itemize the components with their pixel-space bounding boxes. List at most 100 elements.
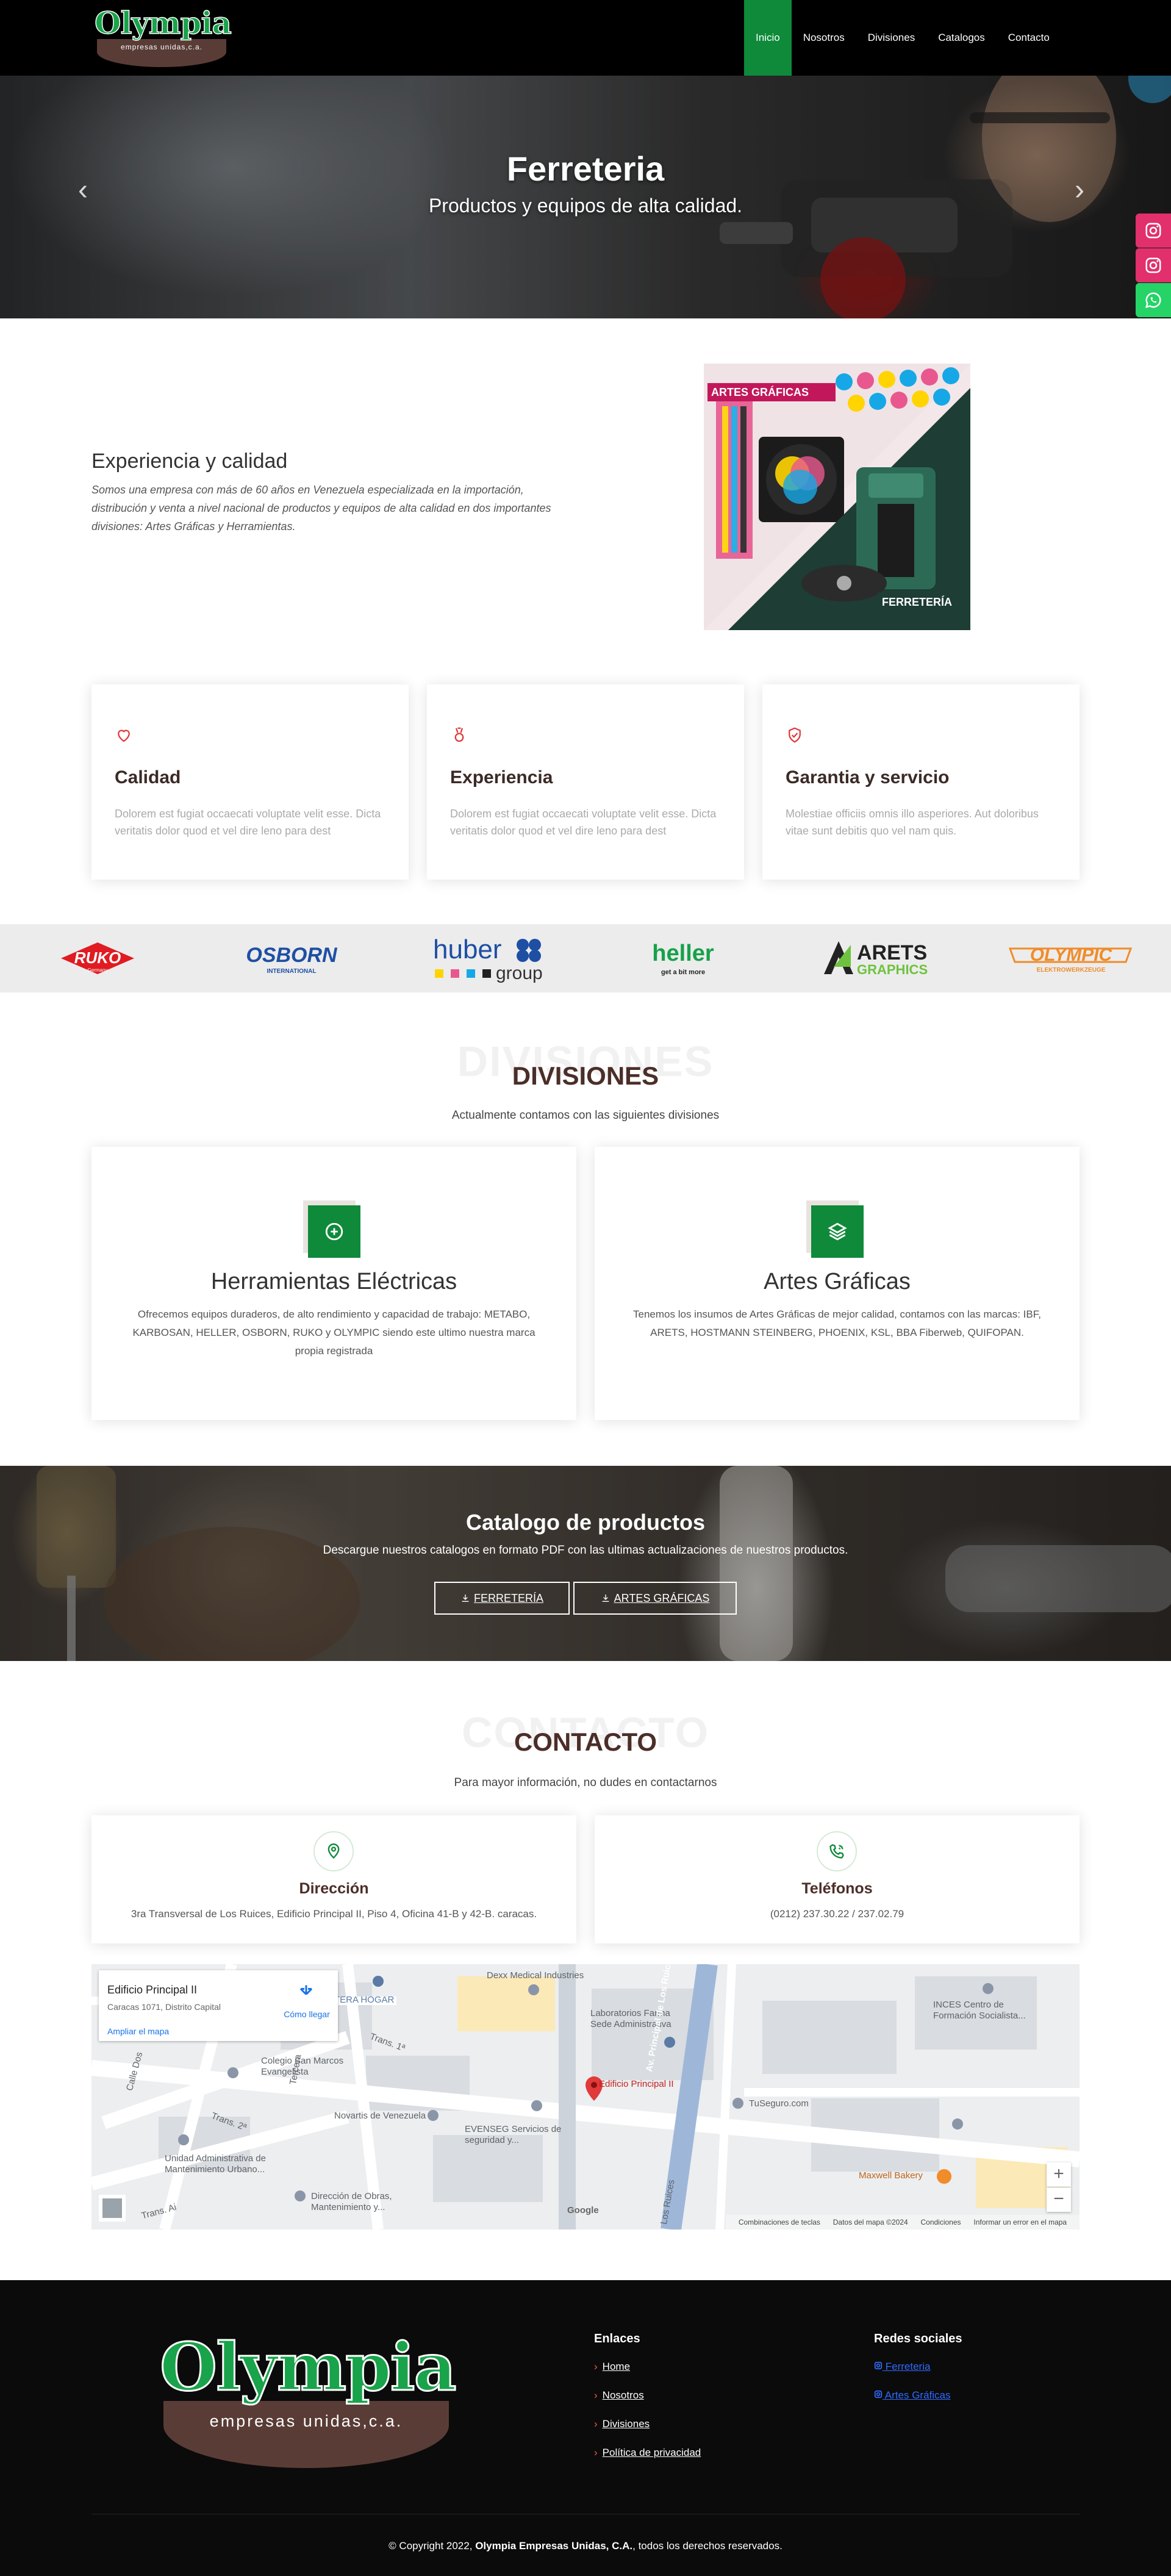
chevron-right-icon: ›	[594, 2447, 598, 2458]
site-logo[interactable]: Olympia empresas unidas,c.a.	[94, 4, 232, 67]
footer-social-artes-graficas[interactable]: Artes Gráficas	[874, 2389, 951, 2402]
download-ferreteria-button[interactable]: FERRETERÍA	[434, 1582, 570, 1615]
footer-social-title: Redes sociales	[874, 2332, 962, 2345]
hero-title: Ferreteria	[506, 149, 665, 188]
site-footer: Olympia empresas unidas,c.a. Enlaces › Ho…	[0, 2280, 1171, 2576]
map-label: Unidad Administrativa de Mantenimiento U…	[165, 2153, 266, 2175]
contact-title: Dirección	[299, 1880, 369, 1897]
brand-logo-huber[interactable]: huber group	[430, 935, 546, 983]
olympic-text: OLYMPIC	[1030, 945, 1113, 965]
footer-social-ferreteria[interactable]: Ferreteria	[874, 2361, 930, 2373]
contact-card-telefonos: Teléfonos (0212) 237.30.22 / 237.02.79	[595, 1815, 1080, 1943]
map-zoom-out-button[interactable]: −	[1047, 2187, 1071, 2212]
phone-icon	[829, 1844, 844, 1859]
nav-inicio[interactable]: Inicio	[744, 0, 792, 76]
whatsapp-icon	[1145, 292, 1161, 309]
heart-icon	[118, 730, 130, 742]
footer-logo-band	[163, 2401, 449, 2468]
ruko-sub: Germany	[88, 967, 108, 973]
feature-text: Dolorem est fugiat occaecati voluptate v…	[115, 808, 381, 837]
map-label: Dirección de Obras, Mantenimiento y...	[311, 2191, 392, 2212]
arets-text: ARETS	[857, 941, 927, 964]
map-enlarge-link[interactable]: Ampliar el mapa	[107, 2026, 169, 2036]
feature-card-garantia: Garantia y servicio Molestiae officiis o…	[762, 684, 1080, 880]
division-icon-box	[811, 1205, 864, 1258]
map-directions-link[interactable]: Cómo llegar	[279, 2009, 334, 2019]
chevron-right-icon: ›	[594, 2361, 598, 2372]
footer-link-nosotros[interactable]: › Nosotros	[594, 2389, 644, 2402]
brand-strip: RUKO Germany OSBORN INTERNATIONAL huber …	[0, 924, 1171, 992]
nav-catalogos[interactable]: Catalogos	[926, 0, 997, 76]
float-whatsapp-button[interactable]	[1136, 283, 1171, 317]
instagram-icon	[874, 2390, 883, 2398]
division-card-herramientas[interactable]: Herramientas Eléctricas Ofrecemos equipo…	[91, 1147, 576, 1420]
download-artes-graficas-button[interactable]: ARTES GRÁFICAS	[573, 1582, 737, 1615]
nav-divisiones[interactable]: Divisiones	[856, 0, 926, 76]
map-terms-link[interactable]: Condiciones	[920, 2218, 961, 2226]
footer-copyright: © Copyright 2022, Olympia Empresas Unida…	[0, 2540, 1171, 2552]
footer-logo-word: Olympia	[159, 2328, 458, 2407]
map-report-link[interactable]: Informar un error en el mapa	[973, 2218, 1067, 2226]
nav-contacto[interactable]: Contacto	[997, 0, 1061, 76]
float-instagram-button[interactable]	[1136, 213, 1171, 248]
ruko-text: RUKO	[74, 949, 121, 967]
footer-social-label: Artes Gráficas	[884, 2389, 951, 2401]
footer-link-home[interactable]: › Home	[594, 2361, 630, 2373]
division-text: Ofrecemos equipos duraderos, de alto ren…	[132, 1308, 535, 1357]
carousel-prev-arrow-icon[interactable]: ‹	[78, 173, 96, 210]
map-label: INCES Centro de Formación Socialista...	[933, 2000, 1026, 2021]
footer-logo[interactable]: Olympia empresas unidas,c.a.	[159, 2328, 458, 2475]
collage-label-artes: ARTES GRÁFICAS	[711, 386, 809, 398]
map-label: TuSeguro.com	[749, 2098, 809, 2109]
heller-logo-art: heller get a bit more	[652, 941, 714, 976]
olympic-logo-art: OLYMPIC ELEKTROWERKZEUGE	[1008, 945, 1133, 974]
brand-logo-ruko[interactable]: RUKO Germany	[55, 936, 140, 980]
plus-circle-icon	[325, 1222, 343, 1241]
chevron-right-icon: ›	[594, 2418, 598, 2430]
osborn-sub: INTERNATIONAL	[267, 968, 317, 975]
map-shortcuts-link[interactable]: Combinaciones de teclas	[739, 2218, 820, 2226]
map-pin-icon	[328, 1843, 340, 1859]
google-map[interactable]: Dexx Medical Industries Laboratorios Far…	[91, 1964, 1080, 2230]
download-icon	[462, 1595, 469, 1602]
float-instagram-button-2[interactable]	[1136, 248, 1171, 282]
divisiones-subtitle: Actualmente contamos con las siguientes …	[451, 1109, 720, 1122]
brand-logo-olympic[interactable]: OLYMPIC ELEKTROWERKZEUGE	[1006, 936, 1134, 980]
contact-icon-circle	[313, 1831, 354, 1871]
footer-link-label: Divisiones	[602, 2418, 650, 2430]
google-logo: Google	[567, 2205, 599, 2215]
contact-text: 3ra Transversal de Los Ruices, Edificio …	[131, 1908, 537, 1920]
map-zoom-in-button[interactable]: +	[1047, 2162, 1071, 2187]
map-attribution-bar: Combinaciones de teclas Datos del mapa ©…	[726, 2215, 1080, 2230]
division-card-artes-graficas[interactable]: Artes Gráficas Tenemos los insumos de Ar…	[595, 1147, 1080, 1420]
division-title: Artes Gráficas	[764, 1269, 911, 1294]
about-text: Somos una empresa con más de 60 años en …	[91, 484, 551, 533]
catalog-subtitle: Descargue nuestros catalogos en formato …	[323, 1544, 848, 1557]
ruko-logo-art: RUKO Germany	[61, 942, 134, 974]
divisiones-title: DIVISIONES	[512, 1061, 659, 1090]
nav-nosotros[interactable]: Nosotros	[792, 0, 856, 76]
huber-text: huber	[433, 935, 502, 964]
hero-subtitle: Productos y equipos de alta calidad.	[428, 195, 743, 217]
catalog-title: Catalogo de productos	[465, 1510, 705, 1535]
catalog-banner: Catalogo de productos Descargue nuestros…	[0, 1466, 1171, 1661]
footer-link-privacidad[interactable]: › Política de privacidad	[594, 2447, 701, 2459]
brand-logo-heller[interactable]: heller get a bit more	[646, 936, 720, 980]
footer-link-label: Home	[602, 2361, 631, 2372]
huber-logo-art: huber group	[433, 935, 543, 983]
instagram-icon	[1145, 223, 1161, 239]
copyright-prefix: © Copyright 2022,	[389, 2540, 473, 2552]
footer-link-divisiones[interactable]: › Divisiones	[594, 2418, 650, 2430]
download-artes-graficas-label: ARTES GRÁFICAS	[614, 1591, 710, 1604]
footer-links-title: Enlaces	[594, 2332, 640, 2345]
directions-icon[interactable]	[295, 1982, 317, 2004]
brand-logo-osborn[interactable]: OSBORN INTERNATIONAL	[243, 936, 340, 980]
map-place-card: Edificio Principal II Caracas 1071, Dist…	[99, 1970, 338, 2041]
download-icon	[602, 1595, 609, 1602]
instagram-icon	[1145, 257, 1161, 273]
carousel-next-arrow-icon[interactable]: ›	[1075, 173, 1093, 210]
huber-group-text: group	[496, 963, 543, 983]
main-nav: Inicio Nosotros Divisiones Catalogos Con…	[744, 0, 1061, 76]
map-data-credit: Datos del mapa ©2024	[833, 2218, 908, 2226]
brand-logo-arets[interactable]: ARETS GRAPHICS	[820, 936, 936, 980]
